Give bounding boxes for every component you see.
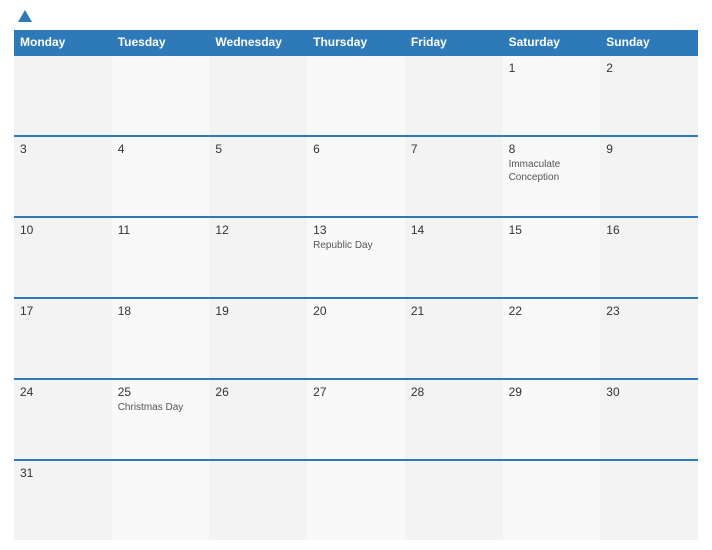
- weekday-header: Saturday: [503, 30, 601, 54]
- weekday-header: Wednesday: [209, 30, 307, 54]
- calendar-cell: [405, 461, 503, 540]
- day-number: 25: [118, 385, 204, 399]
- calendar-cell: 8 Immaculate Conception: [503, 137, 601, 216]
- calendar-cell: 12: [209, 218, 307, 297]
- calendar-cell: [600, 461, 698, 540]
- calendar-cell: 31: [14, 461, 112, 540]
- calendar-row: 10 11 12 13 Republic Day 14 15 16: [14, 216, 698, 297]
- day-number: 17: [20, 304, 106, 318]
- day-number: 1: [509, 61, 595, 75]
- calendar-cell: 30: [600, 380, 698, 459]
- logo: [14, 10, 32, 22]
- calendar-cell: [112, 56, 210, 135]
- calendar-cell: 11: [112, 218, 210, 297]
- holiday-label: Christmas Day: [118, 401, 204, 414]
- calendar-cell: 5: [209, 137, 307, 216]
- calendar-cell: [14, 56, 112, 135]
- calendar-row: 24 25 Christmas Day 26 27 28 29 30: [14, 378, 698, 459]
- calendar-header: MondayTuesdayWednesdayThursdayFridaySatu…: [14, 30, 698, 54]
- calendar-cell: 3: [14, 137, 112, 216]
- day-number: 14: [411, 223, 497, 237]
- calendar-cell: 10: [14, 218, 112, 297]
- logo-blue-text: [14, 10, 32, 22]
- calendar-cell: 26: [209, 380, 307, 459]
- weekday-header: Monday: [14, 30, 112, 54]
- header: [14, 10, 698, 22]
- day-number: 15: [509, 223, 595, 237]
- calendar-cell: 29: [503, 380, 601, 459]
- day-number: 23: [606, 304, 692, 318]
- day-number: 26: [215, 385, 301, 399]
- day-number: 2: [606, 61, 692, 75]
- day-number: 3: [20, 142, 106, 156]
- holiday-label: Republic Day: [313, 239, 399, 252]
- holiday-label: Immaculate Conception: [509, 158, 595, 184]
- day-number: 28: [411, 385, 497, 399]
- calendar-cell: [209, 461, 307, 540]
- day-number: 24: [20, 385, 106, 399]
- calendar-row: 31: [14, 459, 698, 540]
- calendar-cell: [405, 56, 503, 135]
- calendar-cell: 27: [307, 380, 405, 459]
- calendar-cell: 2: [600, 56, 698, 135]
- calendar-cell: [307, 56, 405, 135]
- day-number: 5: [215, 142, 301, 156]
- calendar-cell: 7: [405, 137, 503, 216]
- calendar-cell: 19: [209, 299, 307, 378]
- day-number: 9: [606, 142, 692, 156]
- day-number: 27: [313, 385, 399, 399]
- calendar-cell: 21: [405, 299, 503, 378]
- day-number: 4: [118, 142, 204, 156]
- day-number: 21: [411, 304, 497, 318]
- calendar-cell: 15: [503, 218, 601, 297]
- calendar-row: 12: [14, 54, 698, 135]
- calendar-cell: 22: [503, 299, 601, 378]
- day-number: 31: [20, 466, 106, 480]
- logo-triangle-icon: [18, 10, 32, 22]
- calendar-cell: 23: [600, 299, 698, 378]
- calendar-cell: [209, 56, 307, 135]
- calendar-cell: [112, 461, 210, 540]
- calendar-cell: 20: [307, 299, 405, 378]
- weekday-header: Sunday: [600, 30, 698, 54]
- day-number: 7: [411, 142, 497, 156]
- day-number: 6: [313, 142, 399, 156]
- day-number: 18: [118, 304, 204, 318]
- calendar-cell: 1: [503, 56, 601, 135]
- calendar-cell: 6: [307, 137, 405, 216]
- calendar-row: 345678 Immaculate Conception 9: [14, 135, 698, 216]
- day-number: 12: [215, 223, 301, 237]
- calendar-cell: [503, 461, 601, 540]
- day-number: 20: [313, 304, 399, 318]
- calendar-row: 17 18 19 20 21 22 23: [14, 297, 698, 378]
- weekday-header: Tuesday: [112, 30, 210, 54]
- day-number: 10: [20, 223, 106, 237]
- calendar-body: 12345678Immaculate Conception910111213Re…: [14, 54, 698, 540]
- day-number: 16: [606, 223, 692, 237]
- calendar-cell: 14: [405, 218, 503, 297]
- calendar-cell: 4: [112, 137, 210, 216]
- calendar-cell: 13 Republic Day: [307, 218, 405, 297]
- calendar-cell: 24: [14, 380, 112, 459]
- day-number: 29: [509, 385, 595, 399]
- day-number: 19: [215, 304, 301, 318]
- calendar: MondayTuesdayWednesdayThursdayFridaySatu…: [14, 30, 698, 540]
- day-number: 30: [606, 385, 692, 399]
- day-number: 11: [118, 223, 204, 237]
- calendar-cell: 25 Christmas Day: [112, 380, 210, 459]
- calendar-cell: 18: [112, 299, 210, 378]
- calendar-cell: 17: [14, 299, 112, 378]
- weekday-header: Friday: [405, 30, 503, 54]
- calendar-cell: 16: [600, 218, 698, 297]
- calendar-cell: 9: [600, 137, 698, 216]
- calendar-page: MondayTuesdayWednesdayThursdayFridaySatu…: [0, 0, 712, 550]
- day-number: 13: [313, 223, 399, 237]
- weekday-header: Thursday: [307, 30, 405, 54]
- day-number: 22: [509, 304, 595, 318]
- day-number: 8: [509, 142, 595, 156]
- calendar-cell: [307, 461, 405, 540]
- calendar-cell: 28: [405, 380, 503, 459]
